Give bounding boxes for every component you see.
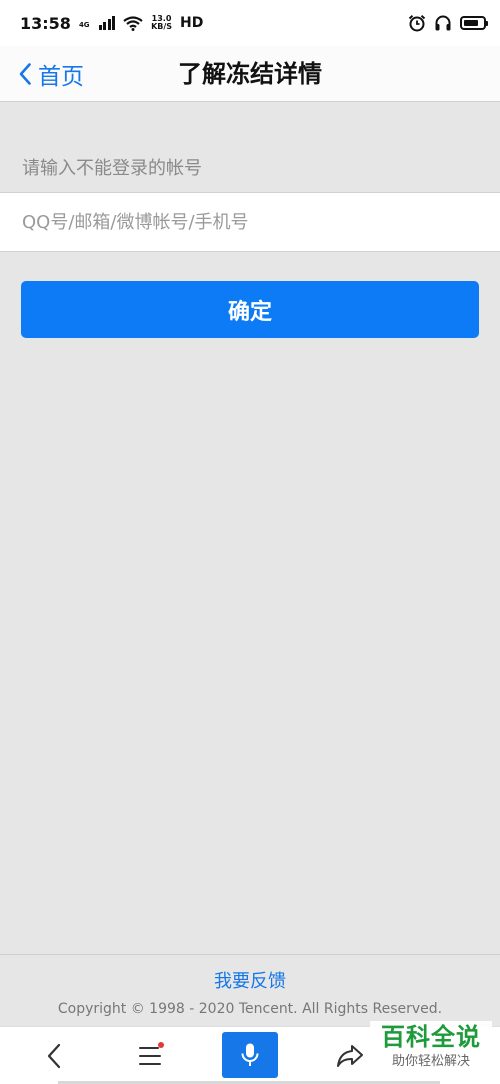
confirm-button[interactable]: 确定 (21, 281, 479, 338)
share-button[interactable] (326, 1027, 374, 1084)
menu-icon (139, 1047, 161, 1065)
notification-dot (158, 1042, 164, 1048)
watermark-title: 百科全说 (381, 1023, 481, 1051)
hd-indicator: HD (180, 15, 204, 31)
headphones-icon (435, 15, 451, 31)
status-bar: 13:58 4G 13.0 KB/S HD (0, 0, 500, 46)
network-speed: 13.0 KB/S (151, 15, 172, 31)
browser-menu-button[interactable] (126, 1027, 174, 1084)
account-prompt: 请输入不能登录的帐号 (22, 158, 202, 179)
account-input-container (0, 192, 500, 252)
account-input[interactable] (0, 193, 500, 251)
battery-icon (460, 16, 488, 30)
feedback-link[interactable]: 我要反馈 (0, 967, 500, 993)
status-left: 13:58 4G 13.0 KB/S HD (20, 14, 203, 33)
footer-divider (0, 954, 500, 955)
voice-search-button[interactable] (222, 1032, 278, 1078)
wifi-icon (123, 15, 143, 31)
share-icon (337, 1045, 363, 1067)
alarm-icon (408, 15, 426, 32)
back-home-label: 首页 (38, 64, 84, 90)
battery-level-fill (464, 20, 479, 26)
chevron-left-icon (19, 63, 31, 85)
network-type-label: 4G (78, 20, 90, 29)
watermark-subtitle: 助你轻松解决 (391, 1054, 470, 1069)
signal-icon (98, 16, 116, 30)
browser-back-button[interactable] (30, 1027, 78, 1084)
status-right (408, 14, 488, 32)
microphone-icon (241, 1043, 259, 1066)
back-arrow-icon (47, 1043, 61, 1069)
watermark-logo: 百科全说 助你轻松解决 (370, 1021, 492, 1077)
status-time: 13:58 (20, 13, 71, 33)
copyright-text: Copyright © 1998 - 2020 Tencent. All Rig… (57, 1001, 443, 1017)
speed-unit: KB/S (151, 22, 173, 31)
nav-bar: 了解冻结详情 首页 (0, 46, 500, 102)
back-home-button[interactable]: 首页 (18, 46, 84, 102)
